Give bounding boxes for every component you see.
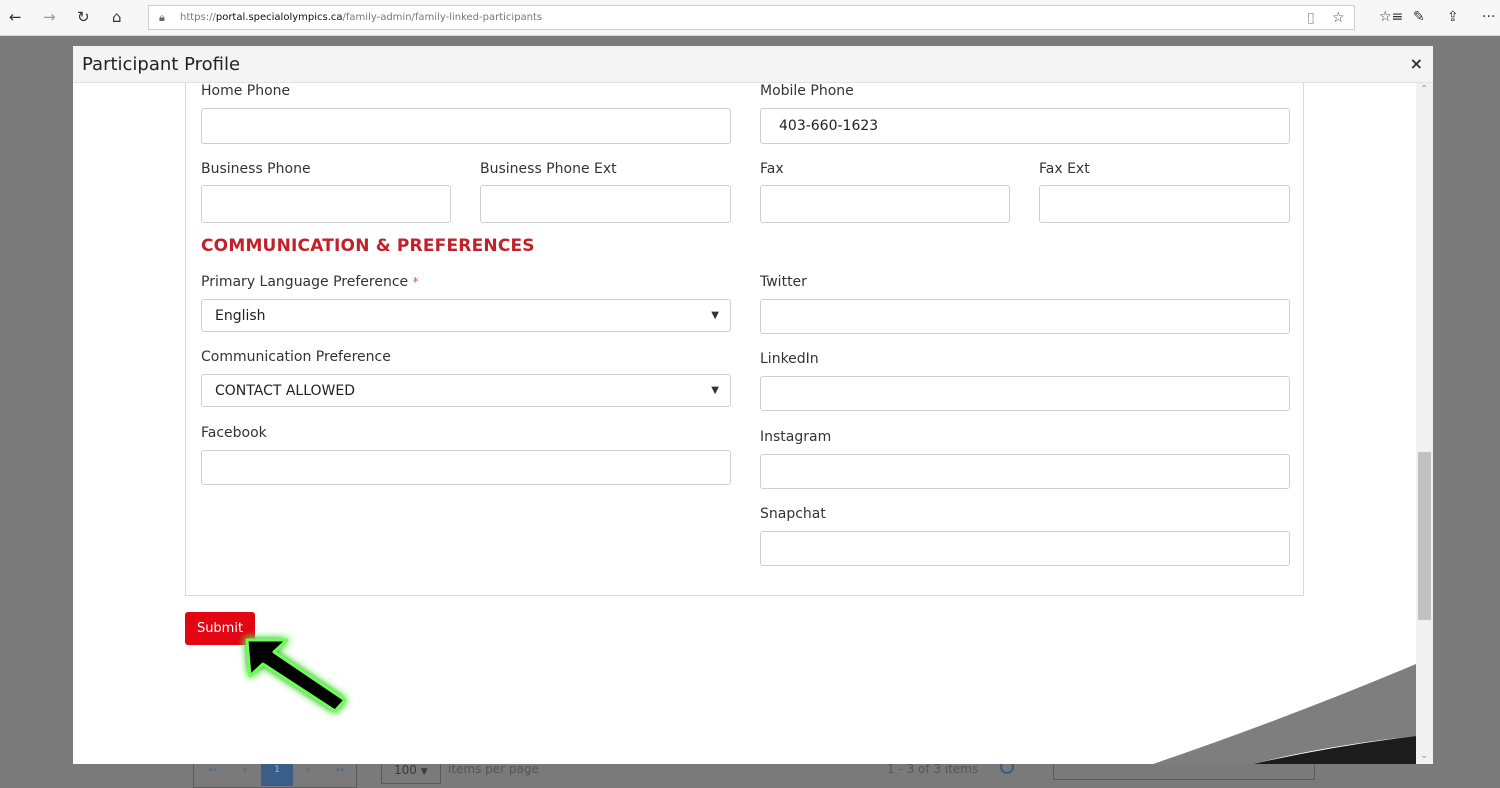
pointer-arrow-icon — [245, 638, 347, 713]
